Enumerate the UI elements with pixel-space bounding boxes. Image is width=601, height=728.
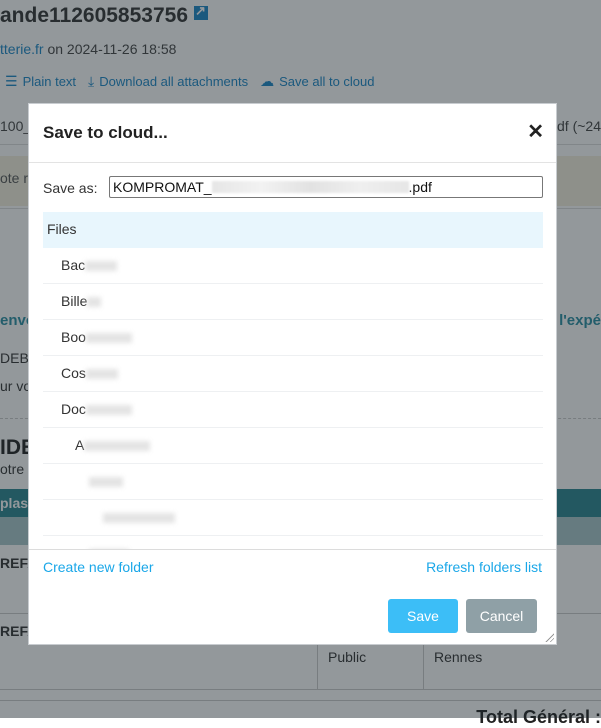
folder-item[interactable]: Bac <box>43 248 543 284</box>
save-button[interactable]: Save <box>388 599 458 633</box>
folder-item[interactable] <box>43 500 543 536</box>
resize-handle-icon[interactable] <box>544 632 554 642</box>
folder-label: Bille <box>61 293 88 309</box>
dialog-header: Save to cloud... ✕ <box>29 104 556 163</box>
folder-item[interactable]: Doc <box>43 392 543 428</box>
create-new-folder-link[interactable]: Create new folder <box>43 559 154 575</box>
folder-label: Cos <box>61 365 86 381</box>
dialog-divider <box>29 549 556 550</box>
folder-item-files[interactable]: Files <box>43 212 543 248</box>
save-to-cloud-dialog: Save to cloud... ✕ Save as: KOMPROMAT_ .p… <box>28 103 557 645</box>
folder-label: Doc <box>61 401 86 417</box>
redacted-text <box>85 369 118 380</box>
redacted-text <box>84 441 151 452</box>
folder-item[interactable]: Cos <box>43 356 543 392</box>
refresh-folders-link[interactable]: Refresh folders list <box>426 559 542 575</box>
filename-prefix: KOMPROMAT_ <box>113 179 212 195</box>
redacted-text <box>85 405 132 416</box>
redacted-text <box>89 477 123 488</box>
redacted-text <box>85 261 118 272</box>
folder-item[interactable]: Bille <box>43 284 543 320</box>
save-as-label: Save as: <box>43 180 98 196</box>
redacted-text <box>85 333 132 344</box>
folder-item[interactable] <box>43 536 543 549</box>
folder-label: A <box>75 437 85 453</box>
close-icon[interactable]: ✕ <box>527 122 544 142</box>
dialog-title: Save to cloud... <box>43 123 168 142</box>
folder-label: Bac <box>61 257 86 273</box>
redacted-text <box>103 513 175 524</box>
redacted-text <box>87 297 102 308</box>
folder-item[interactable] <box>43 464 543 500</box>
filename-suffix: .pdf <box>408 179 432 195</box>
cancel-button[interactable]: Cancel <box>466 599 537 633</box>
folder-item[interactable]: A <box>43 428 543 464</box>
folder-label: Boo <box>61 329 86 345</box>
folder-tree[interactable]: Files Bac Bille Boo Cos Doc A <box>43 212 543 549</box>
redacted-filename <box>211 181 409 193</box>
folder-label: Files <box>47 221 77 237</box>
save-as-input[interactable]: KOMPROMAT_ .pdf <box>109 176 543 198</box>
folder-item[interactable]: Boo <box>43 320 543 356</box>
